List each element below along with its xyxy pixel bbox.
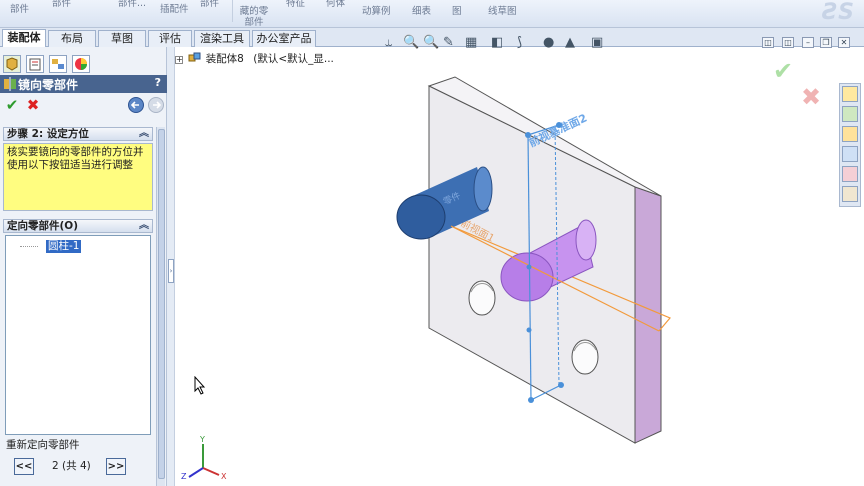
panel-actions: ✔ ✖ <box>0 95 167 117</box>
plane-handle[interactable] <box>526 264 532 270</box>
list-item[interactable]: 圆柱-1 <box>46 240 82 253</box>
plane-handle[interactable] <box>525 132 531 138</box>
ribbon-item-2[interactable]: 部件... <box>118 0 146 9</box>
solidworks-logo-icon: ƧS <box>822 0 854 25</box>
command-ribbon: 部件 部件 部件... 插配件 部件 藏的零部件 特征 何体 动算例 细表 图 … <box>0 0 864 28</box>
collapse-icon[interactable]: ︽ <box>139 220 149 232</box>
graphics-area[interactable]: + 装配体8 (默认<默认_显... ⥿ 🔍 🔍 ✎ ▦ ◧ ⟆ ● ▲ ▣ ◫… <box>175 35 864 486</box>
oriented-components-label: 定向零部件(O) <box>7 220 79 232</box>
display-manager-icon[interactable] <box>72 55 90 73</box>
ribbon-item-6[interactable]: 特征 <box>286 0 305 9</box>
configuration-manager-icon[interactable] <box>49 55 67 73</box>
ribbon-item-5[interactable]: 藏的零部件 <box>236 6 272 27</box>
help-button[interactable]: ? <box>155 76 161 89</box>
back-button[interactable] <box>128 97 144 113</box>
tab-evaluate[interactable]: 评估 <box>148 30 192 47</box>
feature-manager-icon[interactable] <box>3 55 21 73</box>
reorient-label: 重新定向零部件 <box>6 439 80 451</box>
ribbon-item-7[interactable]: 何体 <box>326 0 345 9</box>
step-header[interactable]: 步骤 2: 设定方位 ︽ <box>3 127 153 141</box>
ribbon-item-1[interactable]: 部件 <box>52 0 71 9</box>
scroll-thumb[interactable] <box>158 129 165 479</box>
ribbon-item-8[interactable]: 动算例 <box>362 6 391 17</box>
instruction-message: 核实要镜向的零部件的方位并使用以下按钮适当进行调整 <box>3 143 153 211</box>
axis-x-label: X <box>221 472 227 481</box>
ribbon-item-4[interactable]: 部件 <box>200 0 219 9</box>
mirror-component-icon <box>4 77 16 91</box>
next-button[interactable] <box>148 97 164 113</box>
panel-scrollbar[interactable] <box>156 127 165 486</box>
axis-z-label: Z <box>181 472 187 481</box>
purple-cylinder-end <box>575 219 597 261</box>
cancel-button[interactable]: ✖ <box>24 96 42 114</box>
ribbon-item-9[interactable]: 细表 <box>412 6 431 17</box>
ok-button[interactable]: ✔ <box>3 96 21 114</box>
plane-handle[interactable] <box>558 382 564 388</box>
tree-connector <box>20 246 38 247</box>
mouse-cursor-icon <box>194 376 206 395</box>
ribbon-item-0[interactable]: 部件 <box>10 4 29 15</box>
property-manager-icon[interactable] <box>26 55 44 73</box>
blue-cylinder-face <box>396 194 446 240</box>
tab-sketch[interactable]: 草图 <box>98 30 146 47</box>
axis-y-label: Y <box>199 435 205 444</box>
ribbon-separator <box>232 0 233 22</box>
plane-handle[interactable] <box>528 397 534 403</box>
ribbon-item-11[interactable]: 线草图 <box>488 6 517 17</box>
hole-left <box>468 280 496 316</box>
ribbon-item-10[interactable]: 图 <box>452 6 462 17</box>
ribbon-item-3[interactable]: 插配件 <box>160 4 189 15</box>
reference-triad: Y X Z <box>181 435 227 481</box>
purple-cylinder-face <box>500 252 554 302</box>
panel-title-bar: 镜向零部件 ? <box>0 75 167 93</box>
oriented-components-header[interactable]: 定向零部件(O) ︽ <box>3 219 153 233</box>
splitter-grip-icon[interactable]: › <box>168 259 174 283</box>
panel-splitter[interactable]: › <box>167 47 175 486</box>
manager-tabs <box>0 55 167 75</box>
tab-render-tools[interactable]: 渲染工具 <box>194 30 250 47</box>
orientation-counter: 2 (共 4) <box>52 460 91 472</box>
plane-handle[interactable] <box>526 327 532 333</box>
step-header-label: 步骤 2: 设定方位 <box>7 128 89 140</box>
tab-assembly[interactable]: 装配体 <box>2 29 46 47</box>
property-manager: 镜向零部件 ? ✔ ✖ 步骤 2: 设定方位 ︽ 核实要镜向的零部件的方位并使用… <box>0 47 167 486</box>
blue-cylinder-end <box>473 166 493 212</box>
previous-orientation-button[interactable]: << <box>14 458 34 475</box>
next-orientation-button[interactable]: >> <box>106 458 126 475</box>
hole-right <box>571 339 599 375</box>
model-scene[interactable]: 前视面1 零件 前视基准面2 Y X Z <box>175 47 864 486</box>
oriented-components-list[interactable]: 圆柱-1 <box>5 235 151 435</box>
tab-office-products[interactable]: 办公室产品 <box>252 30 316 47</box>
plate-side-face <box>634 186 662 444</box>
plane-handle[interactable] <box>556 122 562 128</box>
collapse-icon[interactable]: ︽ <box>139 128 149 140</box>
panel-title: 镜向零部件 <box>18 78 79 92</box>
tab-layout[interactable]: 布局 <box>48 30 96 47</box>
